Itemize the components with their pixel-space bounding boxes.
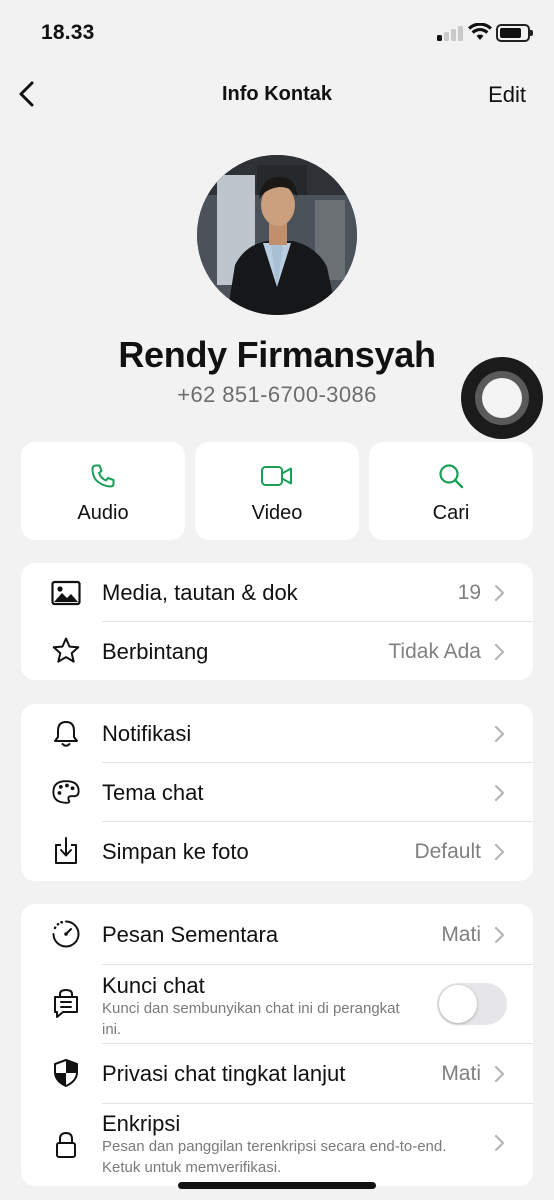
wifi-icon xyxy=(468,23,492,40)
starred-row[interactable]: Berbintang Tidak Ada xyxy=(21,622,533,680)
starred-label: Berbintang xyxy=(102,639,209,664)
disappearing-messages-row[interactable]: Pesan Sementara Mati xyxy=(21,904,533,964)
phone-icon xyxy=(91,464,115,488)
media-links-docs-row[interactable]: Media, tautan & dok 19 xyxy=(21,563,533,621)
advanced-chat-privacy-value: Mati xyxy=(441,1062,481,1085)
notifications-row[interactable]: Notifikasi xyxy=(21,704,533,762)
home-indicator[interactable] xyxy=(178,1182,376,1189)
star-icon xyxy=(52,637,80,663)
page-title: Info Kontak xyxy=(222,83,332,105)
shield-icon xyxy=(54,1059,78,1087)
cellular-signal-icon xyxy=(437,25,463,41)
status-time: 18.33 xyxy=(41,21,95,44)
encryption-label: Enkripsi xyxy=(102,1111,181,1136)
back-chevron-icon[interactable] xyxy=(14,80,42,108)
chevron-right-icon xyxy=(494,843,505,861)
audio-label: Audio xyxy=(77,502,129,524)
search-label: Cari xyxy=(432,502,470,524)
video-icon xyxy=(261,466,292,486)
edit-button[interactable]: Edit xyxy=(488,82,526,108)
download-icon xyxy=(55,837,77,864)
bell-icon xyxy=(54,721,78,747)
lock-icon xyxy=(56,1131,76,1158)
privacy-card: Pesan Sementara Mati Kunci chat Kunci da… xyxy=(21,904,533,1186)
assistive-touch-button[interactable] xyxy=(461,357,543,439)
chat-lock-label: Kunci chat xyxy=(102,973,205,998)
search-button[interactable]: Cari xyxy=(369,442,533,540)
battery-icon xyxy=(496,24,533,42)
chevron-right-icon xyxy=(494,1134,505,1152)
image-icon xyxy=(51,580,81,606)
encryption-row[interactable]: Enkripsi Pesan dan panggilan terenkripsi… xyxy=(21,1104,533,1186)
timer-icon xyxy=(52,920,80,948)
media-links-docs-label: Media, tautan & dok xyxy=(102,580,298,605)
notifications-label: Notifikasi xyxy=(102,721,192,746)
chevron-right-icon xyxy=(494,725,505,743)
chat-settings-card: Notifikasi Tema chat Simpan ke foto Defa… xyxy=(21,704,533,881)
video-label: Video xyxy=(251,502,303,524)
chevron-right-icon xyxy=(494,643,505,661)
chat-lock-toggle[interactable] xyxy=(437,983,507,1025)
advanced-chat-privacy-row[interactable]: Privasi chat tingkat lanjut Mati xyxy=(21,1044,533,1103)
save-to-photos-label: Simpan ke foto xyxy=(102,839,249,864)
chevron-right-icon xyxy=(494,1065,505,1083)
chevron-right-icon xyxy=(494,926,505,944)
palette-icon xyxy=(52,780,80,804)
media-count: 19 xyxy=(457,581,481,604)
chat-lock-row: Kunci chat Kunci dan sembunyikan chat in… xyxy=(21,965,533,1043)
disappearing-messages-value: Mati xyxy=(441,923,481,946)
chevron-right-icon xyxy=(494,584,505,602)
advanced-chat-privacy-label: Privasi chat tingkat lanjut xyxy=(102,1061,346,1086)
status-bar: 18.33 xyxy=(0,0,554,66)
chat-theme-label: Tema chat xyxy=(102,780,204,805)
chat-lock-icon xyxy=(54,988,78,1018)
chevron-right-icon xyxy=(494,784,505,802)
chat-theme-row[interactable]: Tema chat xyxy=(21,763,533,821)
avatar[interactable] xyxy=(197,155,357,315)
media-starred-card: Media, tautan & dok 19 Berbintang Tidak … xyxy=(21,563,533,680)
save-to-photos-value: Default xyxy=(414,840,481,863)
audio-call-button[interactable]: Audio xyxy=(21,442,185,540)
search-icon xyxy=(439,464,464,489)
save-to-photos-row[interactable]: Simpan ke foto Default xyxy=(21,822,533,881)
encryption-subtitle: Pesan dan panggilan terenkripsi secara e… xyxy=(102,1138,447,1176)
starred-value: Tidak Ada xyxy=(388,640,481,663)
disappearing-messages-label: Pesan Sementara xyxy=(102,922,279,947)
video-call-button[interactable]: Video xyxy=(195,442,359,540)
chat-lock-subtitle: Kunci dan sembunyikan chat ini di perang… xyxy=(102,1000,400,1038)
